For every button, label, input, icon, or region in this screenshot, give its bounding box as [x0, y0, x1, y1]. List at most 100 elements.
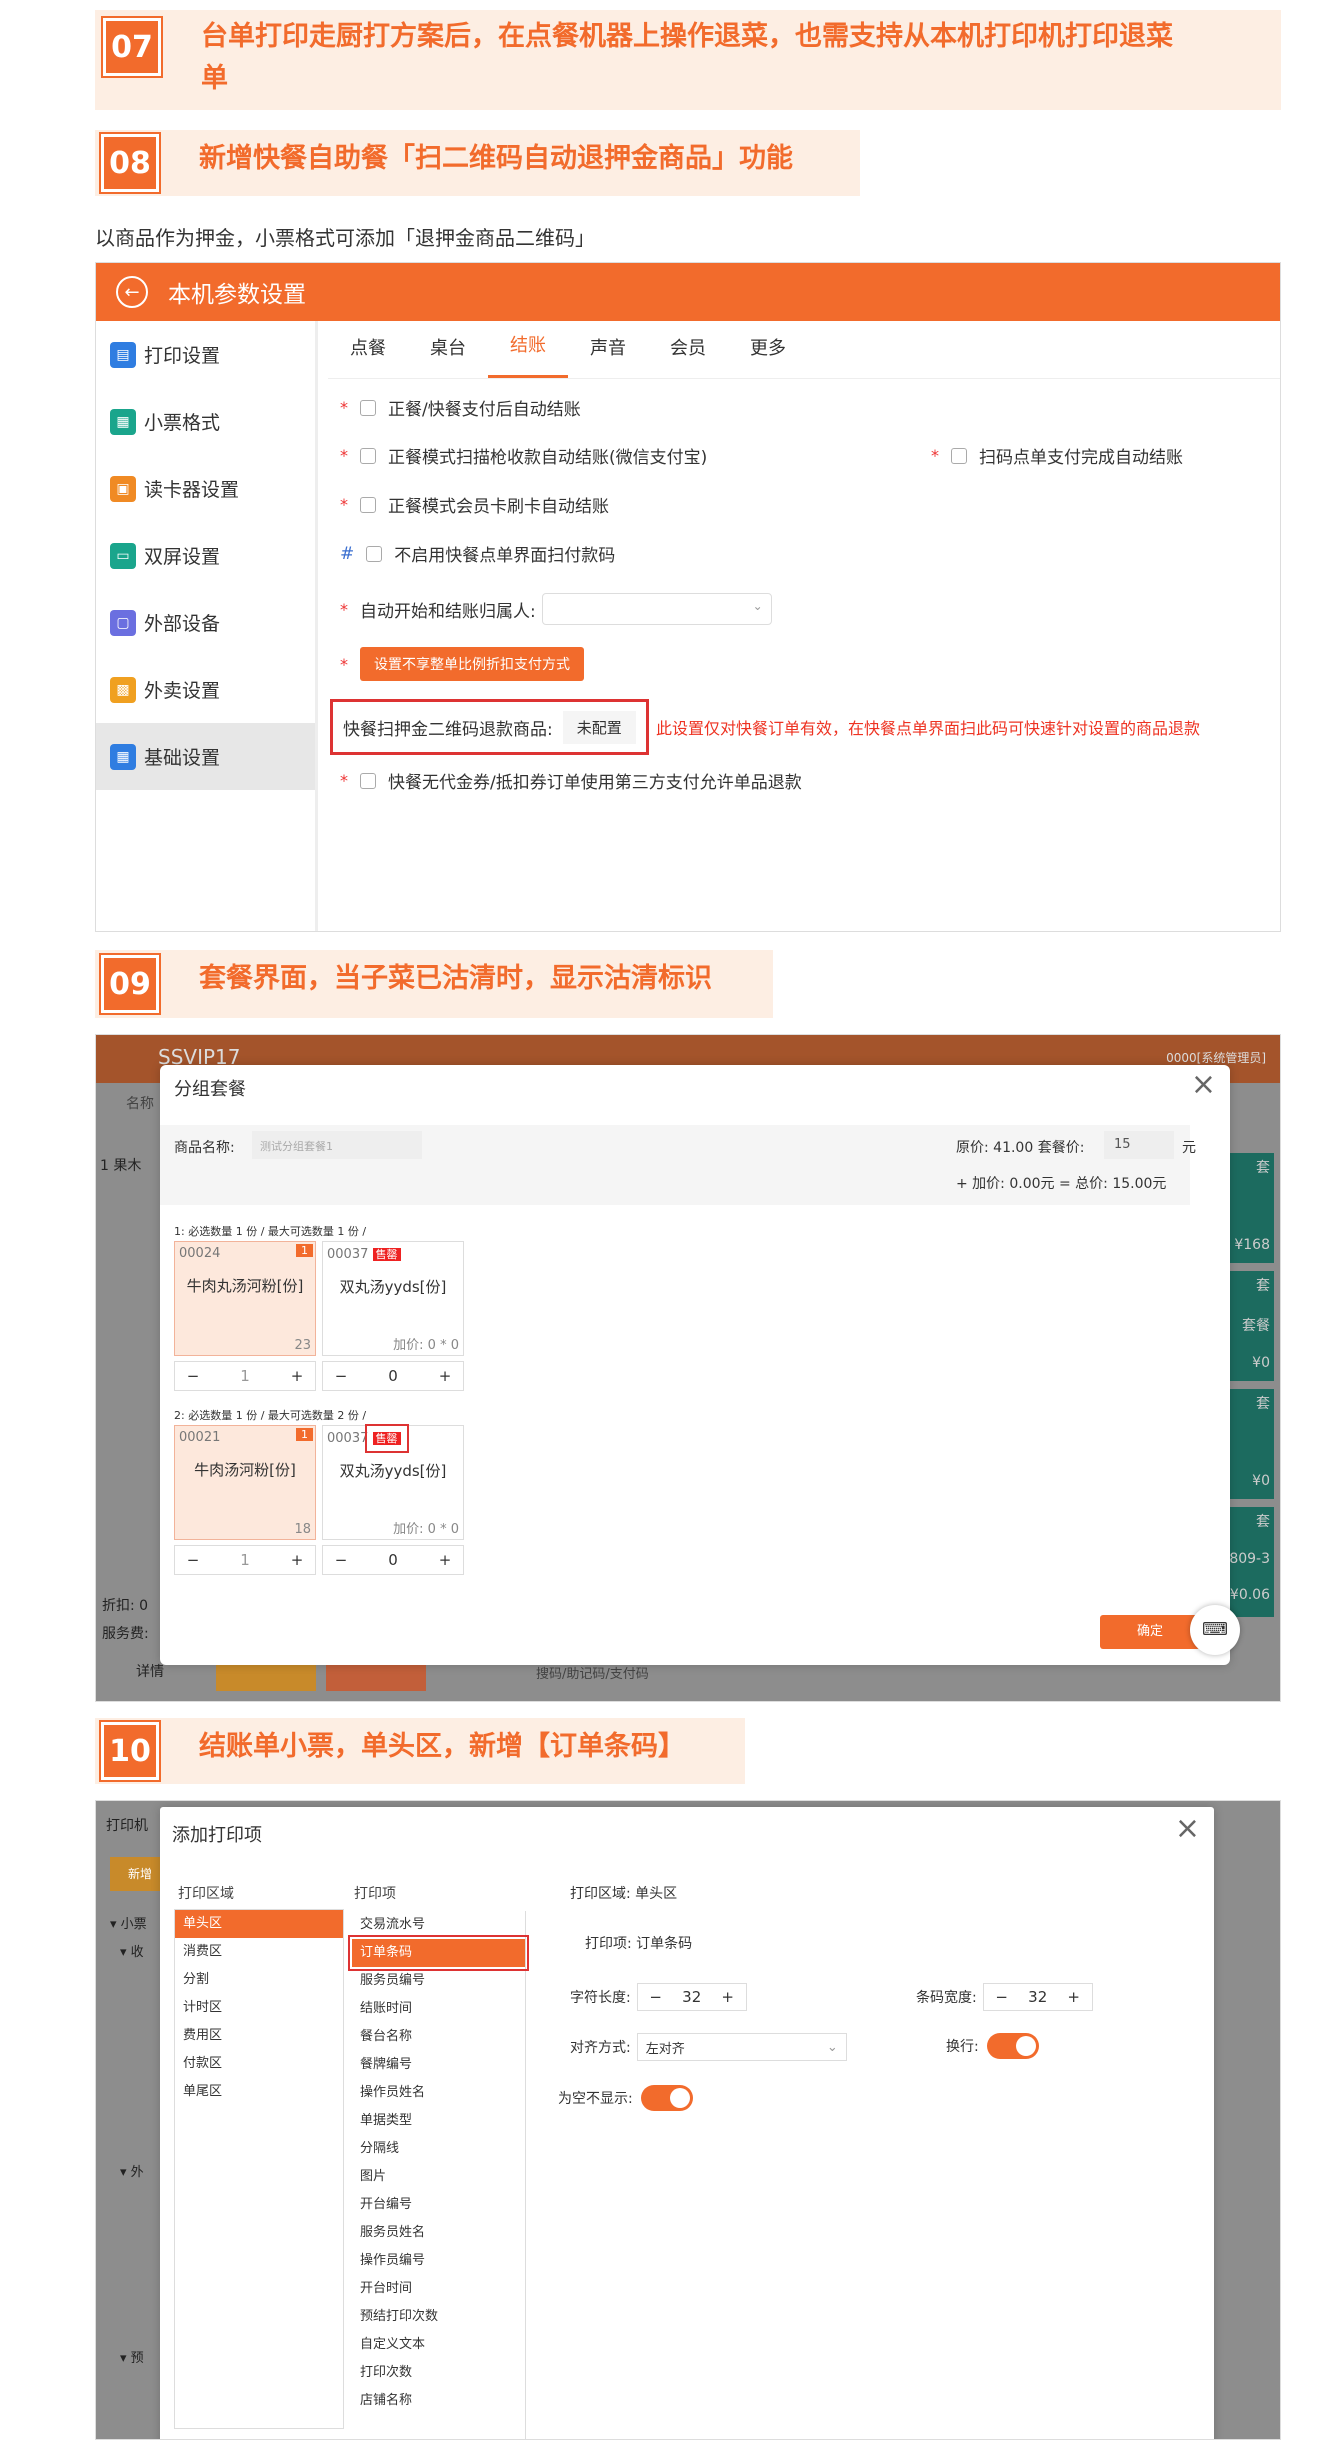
bg-label: 打印机	[106, 1818, 148, 1834]
plus-button[interactable]: +	[427, 1551, 463, 1569]
checkbox[interactable]	[360, 772, 376, 789]
area-item[interactable]: 计时区	[175, 1994, 343, 2022]
yuan-label: 元	[1182, 1140, 1196, 1156]
hide-empty-toggle[interactable]	[640, 2085, 693, 2111]
print-item[interactable]: 图片	[352, 2163, 525, 2191]
tab-checkout[interactable]: 结账	[488, 331, 568, 378]
deposit-qr-value[interactable]: 未配置	[562, 710, 636, 744]
confirm-button[interactable]: 确定	[1100, 1615, 1200, 1649]
print-item[interactable]: 打印次数	[352, 2359, 525, 2387]
minus-button[interactable]: −	[323, 1367, 359, 1385]
print-item[interactable]: 服务员编号	[352, 1967, 525, 1995]
quantity-stepper[interactable]: − 1 +	[174, 1361, 316, 1391]
tab-sound[interactable]: 声音	[568, 334, 648, 378]
print-item[interactable]: 店铺名称	[352, 2387, 525, 2415]
grid-icon: ▦	[110, 743, 136, 770]
print-item[interactable]: 结账时间	[352, 1995, 525, 2023]
barcode-width-stepper[interactable]: −32 +	[982, 1983, 1093, 2011]
owner-select[interactable]: ⌄	[541, 593, 772, 625]
sidebar-item-card-reader[interactable]: ▣ 读卡器设置	[96, 455, 315, 522]
item-code: 00037	[327, 1247, 369, 1262]
combo-price-input[interactable]: 15	[1104, 1131, 1174, 1159]
print-item[interactable]: 服务员姓名	[352, 2219, 525, 2247]
option-scanner-checkout: * 正餐模式扫描枪收款自动结账(微信支付宝)	[340, 443, 707, 468]
checkbox[interactable]	[366, 545, 383, 562]
name-input[interactable]: 测试分组套餐1	[252, 1131, 422, 1159]
checkbox[interactable]	[951, 447, 967, 464]
section-10-header: 10 结账单小票，单头区，新增【订单条码】	[95, 1718, 745, 1784]
quantity-stepper[interactable]: − 0 +	[322, 1545, 464, 1575]
plus-button[interactable]: +	[279, 1551, 315, 1569]
combo-item-card[interactable]: 00037 售罄 双丸汤yyds[份] 加价: 0 * 0	[322, 1424, 464, 1540]
align-select[interactable]: 左对齐 ⌄	[636, 2033, 847, 2061]
print-item[interactable]: 分隔线	[352, 2135, 525, 2163]
dialog-title: 添加打印项	[172, 1825, 262, 1846]
sidebar-item-receipt[interactable]: ▦ 小票格式	[96, 388, 315, 455]
print-item[interactable]: 单据类型	[352, 2107, 525, 2135]
quantity-stepper[interactable]: − 0 +	[322, 1361, 464, 1391]
print-item[interactable]: 开台编号	[352, 2191, 525, 2219]
option-member-card-checkout: * 正餐模式会员卡刷卡自动结账	[340, 492, 609, 517]
total-price: + 加价: 0.00元 = 总价: 15.00元	[956, 1176, 1167, 1192]
discount-setting-button[interactable]: 设置不享整单比例折扣支付方式	[360, 647, 584, 681]
plus-button[interactable]: +	[279, 1367, 315, 1385]
char-length-stepper[interactable]: −32 +	[636, 1983, 747, 2011]
checkbox[interactable]	[360, 496, 376, 513]
section-07-header: 07 台单打印走厨打方案后，在点餐机器上操作退菜，也需支持从本机打印机打印退菜 …	[95, 10, 1281, 110]
checkbox[interactable]	[360, 447, 376, 464]
area-item-header[interactable]: 单头区	[175, 1910, 343, 1938]
print-item[interactable]: 开台时间	[352, 2275, 525, 2303]
sold-out-tag: 售罄	[372, 1248, 401, 1261]
sidebar-item-takeout[interactable]: ▩ 外卖设置	[96, 656, 315, 723]
sidebar-item-print[interactable]: ▤ 打印设置	[96, 321, 315, 388]
close-icon[interactable]: ×	[1191, 1067, 1216, 1102]
print-item[interactable]: 预结打印次数	[352, 2303, 525, 2331]
wrap-toggle[interactable]	[986, 2033, 1039, 2059]
combo-item-card[interactable]: 00037 售罄 双丸汤yyds[份] 加价: 0 * 0	[322, 1241, 464, 1356]
print-item[interactable]: 操作员姓名	[352, 2079, 525, 2107]
print-item[interactable]: 餐牌编号	[352, 2051, 525, 2079]
bg-user: 0000[系统管理员]	[1166, 1051, 1266, 1065]
qty-badge: 1	[296, 1244, 313, 1257]
sidebar-item-basic[interactable]: ▦ 基础设置	[96, 723, 315, 790]
combo-item-card[interactable]: 00024 1 牛肉丸汤河粉[份] 23	[174, 1241, 316, 1356]
tab-table[interactable]: 桌台	[408, 334, 488, 378]
minus-button[interactable]: −	[323, 1551, 359, 1569]
plus-button[interactable]: +	[427, 1367, 463, 1385]
sidebar-item-devices[interactable]: ▢ 外部设备	[96, 589, 315, 656]
combo-dialog: 分组套餐 × 商品名称: 测试分组套餐1 原价: 41.00 套餐价: 15 元…	[160, 1065, 1240, 1665]
print-item[interactable]: 交易流水号	[352, 1911, 525, 1939]
quantity-stepper[interactable]: − 1 +	[174, 1545, 316, 1575]
section-title: 新增快餐自助餐「扫二维码自动退押金商品」功能	[199, 143, 793, 174]
printer-icon: ▤	[110, 341, 136, 368]
minus-button[interactable]: −	[175, 1551, 211, 1569]
minus-button[interactable]: −	[175, 1367, 211, 1385]
print-item-order-barcode[interactable]: 订单条码	[348, 1935, 529, 1971]
tab-member[interactable]: 会员	[648, 334, 728, 378]
area-item[interactable]: 分割	[175, 1966, 343, 1994]
option-discount: * 设置不享整单比例折扣支付方式	[340, 647, 584, 681]
area-item[interactable]: 费用区	[175, 2022, 343, 2050]
print-item[interactable]: 自定义文本	[352, 2331, 525, 2359]
tab-more[interactable]: 更多	[728, 334, 808, 378]
keyboard-icon[interactable]: ⌨	[1190, 1605, 1240, 1655]
area-item[interactable]: 消费区	[175, 1938, 343, 1966]
qty-value: 1	[240, 1551, 250, 1569]
barcode-width-field: 条码宽度: −32 +	[916, 1983, 1093, 2011]
area-item[interactable]: 单尾区	[175, 2078, 343, 2106]
qty-value: 1	[240, 1367, 250, 1385]
combo-item-card[interactable]: 00021 1 牛肉汤河粉[份] 18	[174, 1425, 316, 1540]
checkbox[interactable]	[360, 399, 376, 416]
print-item[interactable]: 餐台名称	[352, 2023, 525, 2051]
print-item[interactable]: 操作员编号	[352, 2247, 525, 2275]
tab-order[interactable]: 点餐	[328, 334, 408, 378]
sidebar-item-dual-screen[interactable]: ▭ 双屏设置	[96, 522, 315, 589]
hide-empty-field: 为空不显示:	[558, 2085, 693, 2111]
sidebar-label: 读卡器设置	[144, 479, 240, 501]
field-label: 为空不显示:	[558, 2091, 633, 2107]
close-icon[interactable]: ×	[1175, 1811, 1200, 1846]
add-print-item-dialog: 添加打印项 × 打印区域 打印项 单头区 消费区 分割 计时区 费用区 付款区 …	[160, 1807, 1214, 2439]
back-circle-icon[interactable]: ←	[116, 276, 148, 308]
area-item[interactable]: 付款区	[175, 2050, 343, 2078]
field-label: 条码宽度:	[916, 1990, 977, 2006]
